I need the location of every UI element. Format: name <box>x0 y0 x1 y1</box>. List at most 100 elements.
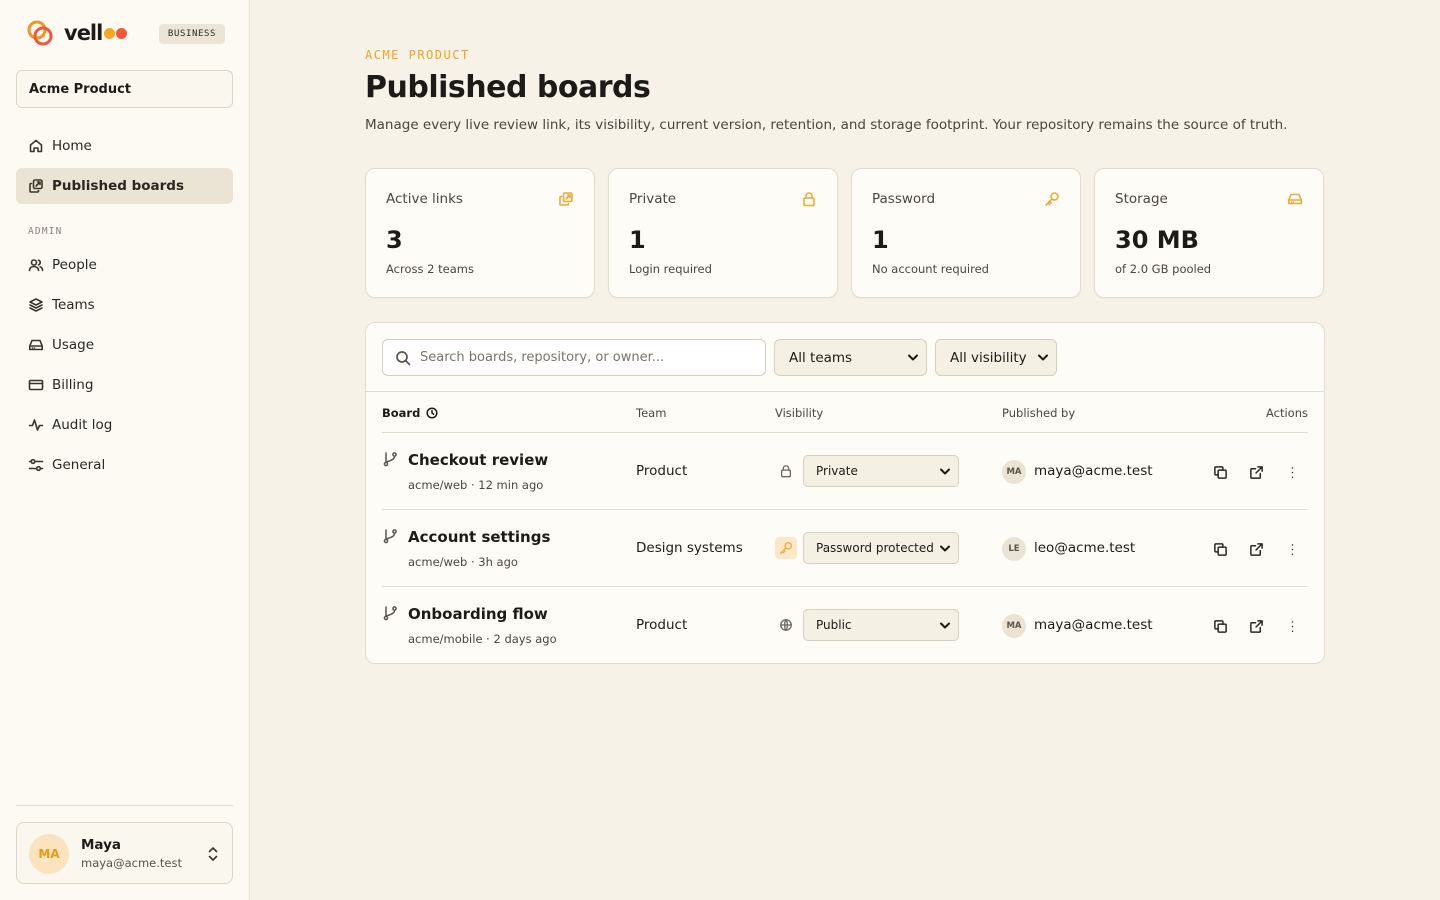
page-title: Published boards <box>365 70 651 105</box>
copy-icon <box>1213 619 1227 633</box>
brand-mark-icon <box>27 20 53 46</box>
key-icon <box>780 542 792 554</box>
boards-icon <box>29 179 43 193</box>
lock-icon <box>803 192 815 207</box>
user-email: maya@acme.test <box>81 856 182 870</box>
sidebar-item-label: Billing <box>52 377 94 393</box>
more-options-button[interactable] <box>1280 537 1304 561</box>
visibility-select[interactable]: Password protected <box>803 532 959 564</box>
git-branch-icon <box>383 452 397 467</box>
owner-email: maya@acme.test <box>1034 463 1153 479</box>
more-vertical-icon <box>1291 543 1293 555</box>
stat-label: Private <box>629 191 677 207</box>
search-input[interactable] <box>420 350 750 365</box>
open-board-button[interactable] <box>1244 460 1268 484</box>
team-filter-select[interactable]: All teams <box>774 339 927 376</box>
git-branch-icon <box>383 529 397 544</box>
owner-email: leo@acme.test <box>1034 540 1136 556</box>
column-header-team: Team <box>636 406 667 420</box>
visibility-select-value: Password protected <box>816 541 934 555</box>
chevron-down-icon <box>940 468 950 474</box>
sidebar-item-home[interactable]: Home <box>16 128 233 164</box>
activity-icon <box>28 419 44 431</box>
main-content: ACME PRODUCT Published boards Manage eve… <box>250 0 1440 900</box>
open-board-button[interactable] <box>1244 614 1268 638</box>
visibility-indicator <box>775 460 797 482</box>
user-account-menu[interactable]: MA Maya maya@acme.test <box>16 822 233 884</box>
avatar: MA <box>29 834 69 874</box>
chevron-down-icon <box>940 545 950 551</box>
more-options-button[interactable] <box>1280 460 1304 484</box>
table-row[interactable]: Account settings acme/web · 3h ago Desig… <box>382 510 1308 587</box>
storage-icon <box>1288 193 1302 205</box>
sidebar-item-teams[interactable]: Teams <box>16 287 233 323</box>
sidebar-item-label: People <box>52 257 97 273</box>
sidebar-item-billing[interactable]: Billing <box>16 367 233 403</box>
storage-icon <box>29 339 43 351</box>
boards-table-card: All teams All visibility Board Team Visi… <box>365 322 1325 664</box>
key-icon <box>1045 192 1059 206</box>
page-eyebrow: ACME PRODUCT <box>365 48 470 62</box>
sidebar-item-usage[interactable]: Usage <box>16 327 233 363</box>
copy-link-button[interactable] <box>1208 460 1232 484</box>
chevron-down-icon <box>1038 354 1048 361</box>
more-options-button[interactable] <box>1280 614 1304 638</box>
open-board-button[interactable] <box>1244 537 1268 561</box>
brand-dots <box>103 27 128 39</box>
workspace-switcher[interactable]: Acme Product <box>16 70 233 108</box>
search-field[interactable] <box>382 339 766 376</box>
plan-badge: BUSINESS <box>159 24 225 44</box>
stat-label: Password <box>872 191 936 207</box>
visibility-select[interactable]: Public <box>803 609 959 641</box>
stat-subtext: No account required <box>872 262 989 276</box>
search-icon <box>396 350 411 365</box>
column-header-published-by: Published by <box>1002 406 1076 420</box>
team-name: Product <box>636 463 688 479</box>
visibility-select[interactable]: Private <box>803 455 959 487</box>
stat-card-private: Private 1 Login required <box>608 168 838 298</box>
external-link-icon <box>1249 542 1263 556</box>
visibility-indicator <box>775 537 797 559</box>
brand-wordmark: vell <box>64 21 128 45</box>
board-name[interactable]: Checkout review <box>408 451 548 469</box>
table-row[interactable]: Onboarding flow acme/mobile · 2 days ago… <box>382 587 1308 664</box>
avatar: MA <box>1002 460 1026 484</box>
copy-icon <box>1213 542 1227 556</box>
sidebar-divider <box>16 805 233 806</box>
brand-name: vell <box>64 21 103 45</box>
stat-label: Storage <box>1115 191 1168 207</box>
table-row[interactable]: Checkout review acme/web · 12 min ago Pr… <box>382 433 1308 510</box>
visibility-select-value: Public <box>816 618 852 632</box>
link-icon <box>559 192 573 206</box>
visibility-filter-select[interactable]: All visibility <box>935 339 1057 376</box>
board-name[interactable]: Onboarding flow <box>408 605 548 623</box>
sidebar-item-label: Usage <box>52 337 95 353</box>
column-header-actions: Actions <box>1265 406 1308 420</box>
board-meta: acme/web · 3h ago <box>408 555 518 569</box>
credit-card-icon <box>28 379 44 391</box>
clock-icon <box>426 407 438 419</box>
sidebar-item-general[interactable]: General <box>16 447 233 483</box>
visibility-select-value: Private <box>816 464 858 478</box>
sidebar-item-audit-log[interactable]: Audit log <box>16 407 233 443</box>
column-header-board[interactable]: Board <box>382 406 438 420</box>
sidebar: vell BUSINESS Acme Product Home Publishe… <box>0 0 250 900</box>
user-name: Maya <box>81 837 122 853</box>
stat-value: 1 <box>872 226 889 254</box>
sidebar-item-label: Published boards <box>52 178 184 194</box>
stat-value: 30 MB <box>1115 226 1199 254</box>
stat-card-storage: Storage 30 MB of 2.0 GB pooled <box>1094 168 1324 298</box>
chevron-down-icon <box>940 622 950 628</box>
sidebar-item-people[interactable]: People <box>16 247 233 283</box>
board-name[interactable]: Account settings <box>408 528 550 546</box>
avatar: LE <box>1002 537 1026 561</box>
copy-link-button[interactable] <box>1208 537 1232 561</box>
team-name: Design systems <box>636 540 743 556</box>
sidebar-item-published-boards[interactable]: Published boards <box>16 168 233 204</box>
board-meta: acme/web · 12 min ago <box>408 478 544 492</box>
more-vertical-icon <box>1291 466 1293 478</box>
visibility-indicator <box>775 614 797 636</box>
stat-subtext: Login required <box>629 262 712 276</box>
sidebar-item-label: Audit log <box>52 417 113 433</box>
copy-link-button[interactable] <box>1208 614 1232 638</box>
